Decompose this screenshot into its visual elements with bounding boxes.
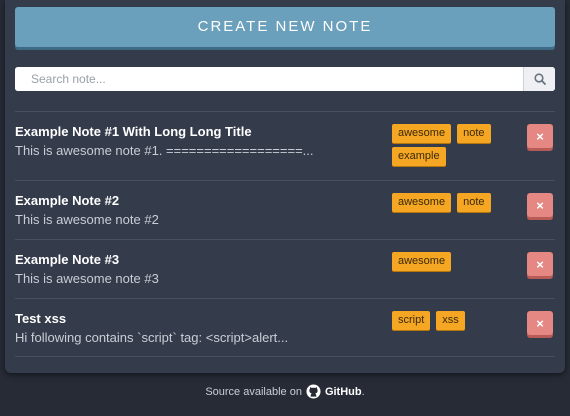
note-tags: awesome note example [392,124,512,166]
tag[interactable]: note [457,193,491,212]
note-description: Hi following contains `script` tag: <scr… [15,330,289,345]
note-description: This is awesome note #1. ===============… [15,143,314,158]
note-item[interactable]: Example Note #3 This is awesome note #3 … [15,239,555,298]
note-title[interactable]: Example Note #3 [15,252,119,267]
delete-note-button[interactable]: × [527,252,553,276]
note-tags: awesome note [392,193,512,212]
search-icon [533,73,546,85]
tag[interactable]: example [392,147,446,166]
tag[interactable]: awesome [392,252,452,271]
github-link[interactable]: GitHub [325,386,362,398]
tag[interactable]: awesome [392,124,452,143]
footer: Source available on GitHub. [0,384,570,399]
tag[interactable]: note [457,124,491,143]
notes-list: Example Note #1 With Long Long Title Thi… [15,111,555,357]
github-icon[interactable] [306,384,321,399]
note-description: This is awesome note #3 [15,271,159,286]
search-button[interactable] [523,67,555,91]
note-tags: awesome [392,252,512,271]
note-tags: script xss [392,311,512,330]
notes-panel: CREATE NEW NOTE Example Note #1 With Lon… [5,0,565,373]
note-title[interactable]: Test xss [15,311,66,326]
delete-note-button[interactable]: × [527,311,553,335]
note-description: This is awesome note #2 [15,212,159,227]
note-item[interactable]: Test xss Hi following contains `script` … [15,298,555,357]
note-title[interactable]: Example Note #1 With Long Long Title [15,124,252,139]
note-item[interactable]: Example Note #1 With Long Long Title Thi… [15,111,555,180]
footer-period: . [361,385,365,398]
delete-note-button[interactable]: × [527,124,553,148]
delete-note-button[interactable]: × [527,193,553,217]
footer-text: Source available on [205,385,302,398]
tag[interactable]: xss [436,311,465,330]
search-bar [15,67,555,91]
tag[interactable]: script [392,311,431,330]
tag[interactable]: awesome [392,193,452,212]
create-new-note-button[interactable]: CREATE NEW NOTE [15,7,555,47]
search-input[interactable] [15,67,511,91]
note-item[interactable]: Example Note #2 This is awesome note #2 … [15,180,555,239]
note-title[interactable]: Example Note #2 [15,193,119,208]
